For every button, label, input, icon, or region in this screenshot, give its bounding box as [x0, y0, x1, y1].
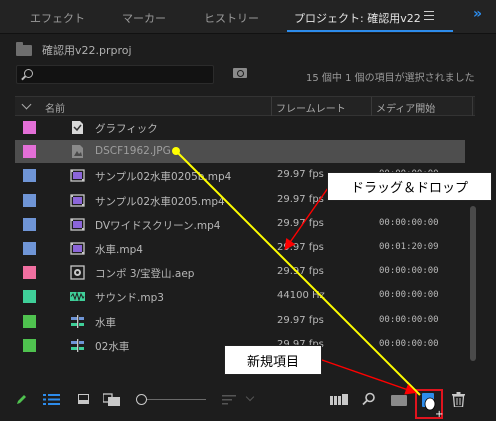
new-bin-icon[interactable]: [391, 395, 407, 406]
pencil-icon[interactable]: [16, 393, 28, 405]
automate-to-sequence-icon[interactable]: [330, 394, 348, 406]
list-view-icon[interactable]: [43, 393, 60, 406]
list-item[interactable]: DSCF1962.JPG: [15, 140, 465, 164]
find-icon[interactable]: [362, 392, 376, 406]
list-header: 名前 フレームレート メディア開始: [15, 96, 475, 116]
column-divider[interactable]: [271, 97, 272, 116]
new-item-pointer-arrow: [321, 359, 417, 395]
drag-drop-callout: ドラッグ＆ドロップ: [327, 172, 492, 201]
item-media-start: 00:00:00:00: [379, 338, 439, 349]
video-clip-icon: [70, 193, 85, 208]
tab-overflow-icon[interactable]: »: [473, 6, 482, 22]
item-name[interactable]: 02水車: [95, 339, 129, 354]
list-item[interactable]: グラフィック: [15, 116, 465, 139]
item-frame-rate: 44100 Hz: [277, 290, 325, 302]
label-color-swatch[interactable]: [23, 169, 36, 183]
item-name[interactable]: グラフィック: [95, 121, 158, 136]
item-frame-rate: 29.97 fps: [277, 314, 324, 326]
panel-menu-icon[interactable]: [424, 11, 434, 20]
tab-effects[interactable]: エフェクト: [30, 10, 85, 26]
video-clip-icon: [70, 168, 85, 183]
label-color-swatch[interactable]: [23, 145, 36, 159]
item-name[interactable]: DSCF1962.JPG: [95, 145, 171, 157]
tab-project[interactable]: プロジェクト: 確認用v22: [294, 10, 421, 26]
tab-markers[interactable]: マーカー: [122, 10, 166, 26]
icon-view-icon[interactable]: [78, 394, 89, 404]
active-tab-indicator: [287, 30, 453, 32]
folder-icon: [16, 41, 32, 56]
new-item-icon[interactable]: [422, 393, 434, 407]
list-item[interactable]: 水車 29.97 fps 00:00:00:00: [15, 310, 465, 333]
column-divider[interactable]: [472, 97, 473, 116]
item-frame-rate: 29.97 fps: [277, 266, 324, 278]
label-color-swatch[interactable]: [23, 217, 36, 231]
item-media-start: 00:00:00:00: [379, 314, 439, 325]
column-divider[interactable]: [371, 97, 372, 116]
label-color-swatch[interactable]: [23, 242, 36, 255]
label-color-swatch[interactable]: [23, 338, 36, 352]
video-clip-icon: [70, 217, 85, 232]
column-header-media-start[interactable]: メディア開始: [376, 100, 435, 115]
item-name[interactable]: DVワイドスクリーン.mp4: [95, 218, 220, 233]
tab-history[interactable]: ヒストリー: [204, 10, 259, 26]
graphic-icon: [70, 120, 85, 135]
video-clip-icon: [70, 241, 85, 256]
vertical-scrollbar[interactable]: [470, 206, 476, 361]
sequence-icon: [70, 314, 85, 329]
label-color-swatch[interactable]: [23, 266, 36, 280]
item-frame-rate: 29.97 fps: [277, 242, 324, 253]
zoom-slider-thumb[interactable]: [136, 394, 147, 405]
still-image-icon: [70, 144, 85, 159]
project-file-name: 確認用v22.prproj: [42, 44, 132, 57]
item-frame-rate: 29.97 fps: [277, 193, 324, 205]
item-media-start: 00:00:00:00: [379, 266, 439, 277]
item-name[interactable]: 水車: [95, 315, 116, 330]
list-item[interactable]: 水車.mp4 29.97 fps 00:01:20:09: [15, 237, 465, 260]
selection-status: 15 個中 1 個の項目が選択されました: [306, 73, 475, 84]
new-item-callout: 新規項目: [224, 345, 322, 375]
audio-icon: [70, 289, 85, 304]
project-path: 確認用v22.prproj: [16, 41, 132, 58]
item-name[interactable]: サンプル02水車0205b.mp4: [95, 169, 231, 184]
list-item[interactable]: DVワイドスクリーン.mp4 29.97 fps 00:00:00:00: [15, 213, 465, 236]
list-item[interactable]: サウンド.mp3 44100 Hz 00:00:00:00: [15, 285, 465, 308]
panel-tab-bar: エフェクト マーカー ヒストリー プロジェクト: 確認用v22 »: [0, 0, 496, 34]
search-input[interactable]: [16, 65, 214, 84]
search-icon: [24, 69, 33, 78]
chevron-down-icon[interactable]: [245, 392, 255, 402]
item-name[interactable]: 水車.mp4: [95, 242, 143, 257]
new-search-bin-icon[interactable]: [233, 68, 247, 78]
label-color-swatch[interactable]: [23, 193, 36, 207]
label-color-swatch[interactable]: [23, 290, 36, 304]
sort-icons-icon[interactable]: [222, 394, 236, 406]
freeform-view-icon[interactable]: [103, 393, 121, 407]
item-frame-rate: 29.97 fps: [277, 217, 324, 229]
column-header-frame-rate[interactable]: フレームレート: [276, 100, 346, 115]
item-name[interactable]: コンポ 3/宝登山.aep: [95, 266, 194, 281]
item-frame-rate: 29.97 fps: [277, 169, 324, 181]
sequence-icon: [70, 338, 85, 353]
after-effects-comp-icon: [70, 265, 85, 280]
project-item-list: グラフィック DSCF1962.JPG サンプル02水車0205b.mp4 29.97…: [15, 116, 465, 362]
item-media-start: 00:00:00:00: [379, 290, 439, 301]
chevron-down-icon[interactable]: [21, 99, 32, 110]
item-name[interactable]: サンプル02水車0205.mp4: [95, 194, 225, 209]
item-media-start: 00:00:00:00: [379, 217, 439, 228]
trash-icon[interactable]: [452, 392, 465, 407]
zoom-slider-track[interactable]: [146, 399, 206, 400]
bottom-toolbar: [0, 389, 496, 419]
label-color-swatch[interactable]: [23, 314, 36, 328]
list-item[interactable]: コンポ 3/宝登山.aep 29.97 fps 00:00:00:00: [15, 261, 465, 284]
item-name[interactable]: サウンド.mp3: [95, 290, 164, 305]
item-media-start: 00:01:20:09: [379, 242, 439, 252]
column-header-name[interactable]: 名前: [45, 100, 65, 115]
label-color-swatch[interactable]: [23, 121, 36, 134]
